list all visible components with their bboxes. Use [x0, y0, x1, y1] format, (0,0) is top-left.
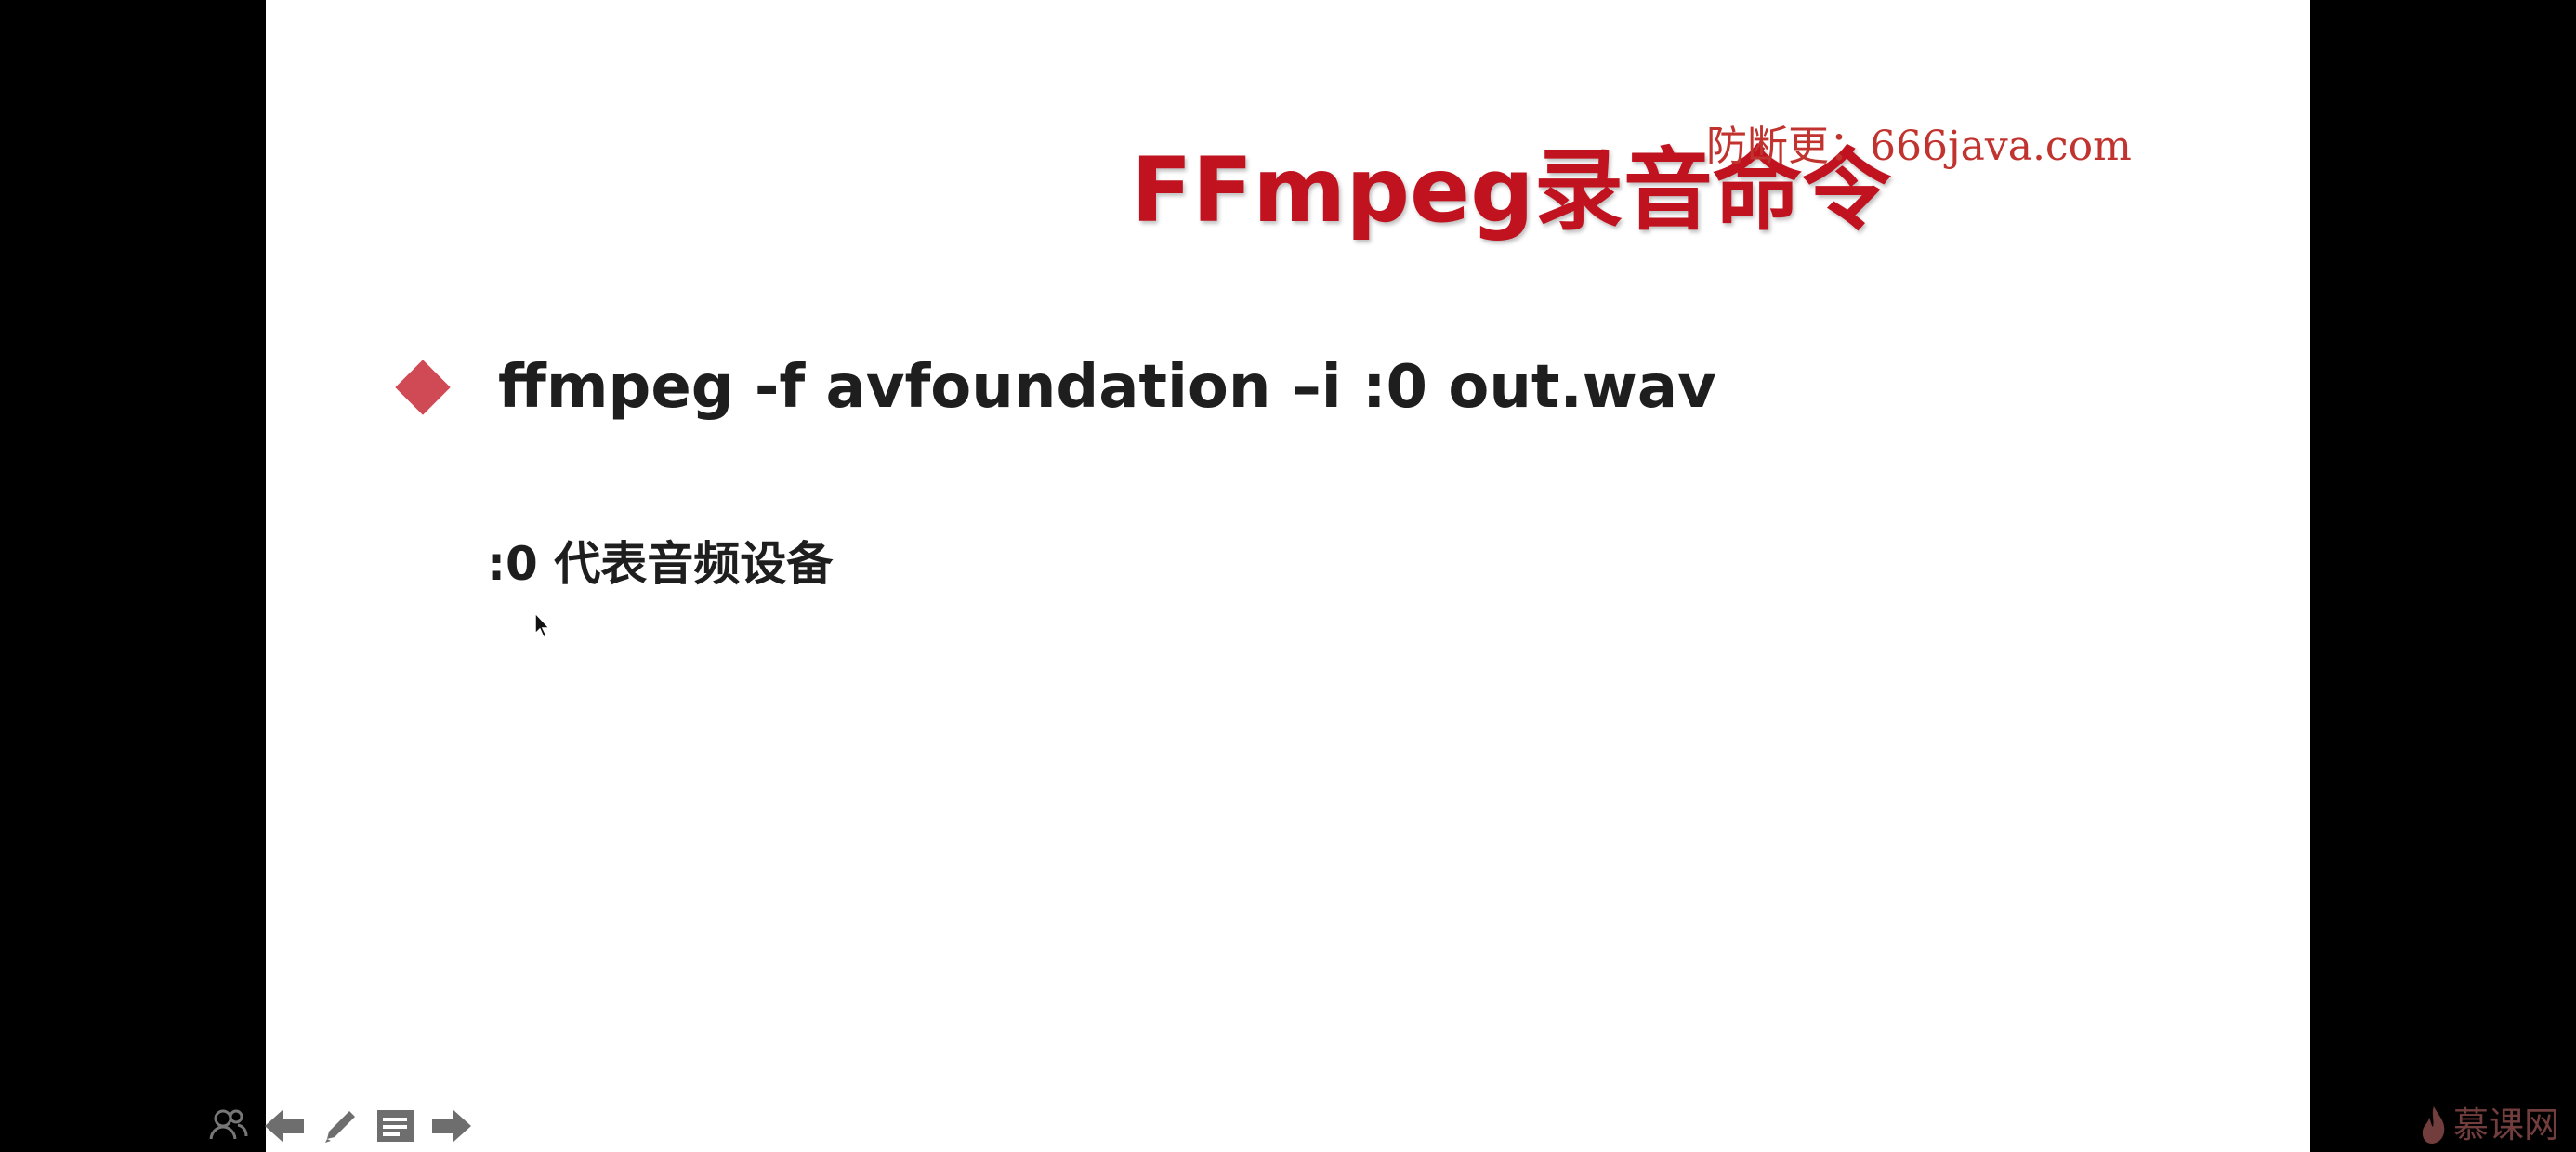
- watermark-text: 防断更：666java.com: [1706, 123, 2132, 170]
- slide: FFmpeg录音命令 防断更：666java.com ffmpeg -f avf…: [266, 0, 2559, 1152]
- diamond-bullet-icon: [395, 360, 451, 415]
- screen: FFmpeg录音命令 防断更：666java.com ffmpeg -f avf…: [0, 0, 2576, 1152]
- slideshow-toolbar: [204, 1100, 476, 1152]
- previous-arrow-icon[interactable]: [260, 1102, 309, 1150]
- people-icon[interactable]: [204, 1102, 253, 1150]
- brand-logo: 慕课网: [2420, 1102, 2559, 1148]
- next-arrow-icon[interactable]: [427, 1102, 476, 1150]
- note-text: :0 代表音频设备: [487, 537, 834, 591]
- flame-icon: [2422, 1106, 2445, 1144]
- bullet-text: ffmpeg -f avfoundation –i :0 out.wav: [498, 353, 1716, 422]
- menu-icon[interactable]: [372, 1102, 420, 1150]
- mouse-cursor-icon: [534, 611, 551, 639]
- pen-icon[interactable]: [316, 1102, 364, 1150]
- bullet-item: ffmpeg -f avfoundation –i :0 out.wav: [395, 346, 1716, 429]
- brand-text: 慕课网: [2453, 1105, 2560, 1145]
